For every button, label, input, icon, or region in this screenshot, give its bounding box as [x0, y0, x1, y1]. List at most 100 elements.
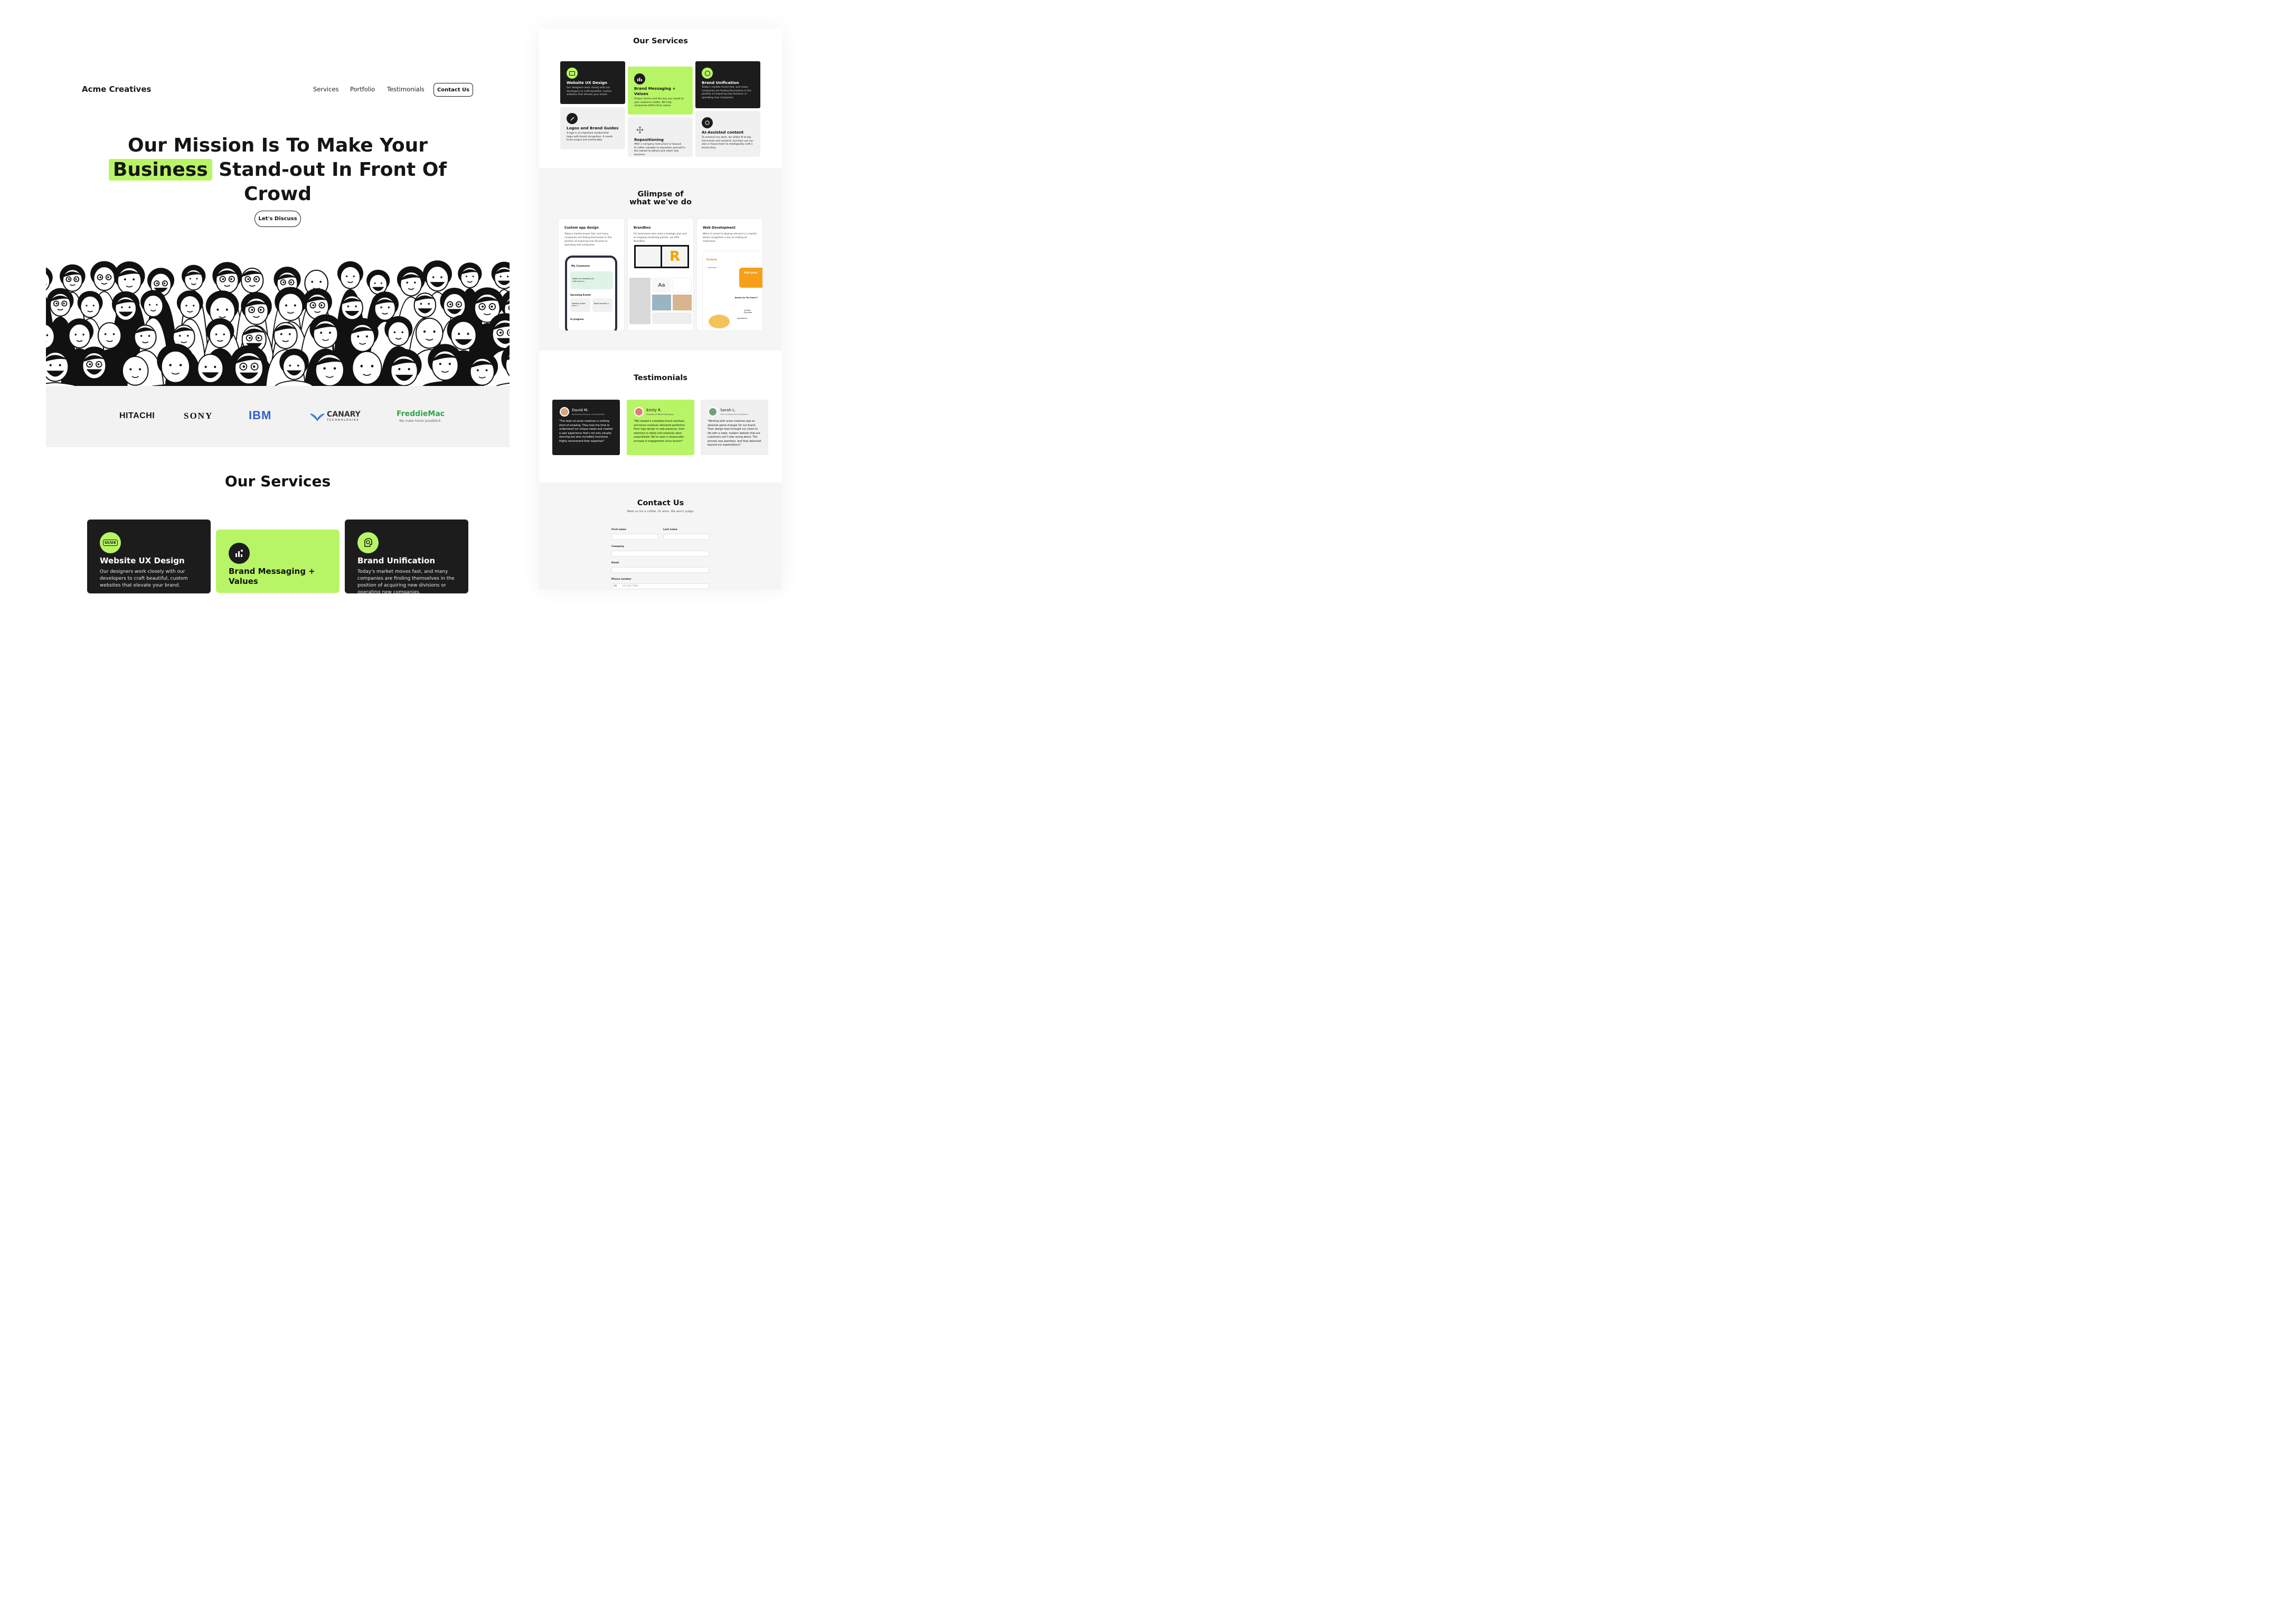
person-eye [466, 276, 468, 277]
preview-service-repositioning[interactable]: Repositioning After a company restructur… [628, 117, 693, 157]
glimpse-card-desc: Today's market moves fast, and many comp… [564, 233, 612, 247]
person-eye [320, 332, 323, 334]
lets-discuss-button[interactable]: Let's Discuss [255, 211, 301, 227]
canary-logo: CANARY TECHNOLOGIES [309, 410, 362, 423]
person-face [179, 295, 201, 319]
person-eye [472, 276, 474, 277]
glimpse-card-app[interactable]: Custom app design Today's market moves f… [558, 218, 625, 331]
canary-subtext: TECHNOLOGIES [327, 419, 360, 422]
person-eye [347, 305, 350, 308]
person-eye [196, 278, 198, 280]
app-upcoming-label: Upcoming Events [570, 294, 591, 296]
phone-placeholder: 123-456-7890 [621, 585, 638, 588]
client-logos-strip: HITACHI SONY IBM CANARY TECHNOLOGIES Fre… [46, 386, 510, 447]
contact-subtitle: Meet us for a coffee. Or wine. We won't … [627, 510, 694, 513]
person-eye [288, 333, 291, 335]
preview-service-unification[interactable]: Brand Unification Today's market moves f… [695, 61, 760, 108]
company-field[interactable] [611, 551, 709, 556]
avatar [708, 407, 718, 417]
person-eye [294, 304, 296, 307]
service-card-unification[interactable]: Brand Unification Today's market moves f… [345, 520, 468, 595]
person-eye [107, 276, 109, 278]
person-eye [204, 365, 207, 368]
first-name-field[interactable] [611, 534, 658, 540]
ai-icon [702, 117, 713, 128]
contact-us-button[interactable]: Contact Us [433, 83, 473, 97]
web-food-image [709, 315, 730, 328]
preview-service-messaging[interactable]: Brand Messaging + Values Unique stories … [628, 67, 693, 115]
person-eye [259, 308, 262, 311]
preview-services-section: Our Services Website UX Design Our desig… [539, 29, 782, 168]
preview-service-title: Website UX Design [567, 80, 607, 85]
glimpse-card-brandbox[interactable]: Brandbox For businesses who need a strat… [627, 218, 694, 331]
hero-line-2: Business Stand-out In Front Of [88, 158, 467, 182]
last-name-field[interactable] [663, 534, 709, 540]
testimonials-title: Testimonials [633, 374, 688, 382]
phone-label: Phone number [611, 578, 631, 581]
service-card-messaging[interactable]: Brand Messaging + Values [216, 530, 340, 593]
person-eye [129, 368, 132, 371]
hero-line-3: Crowd [244, 183, 312, 205]
person-eye [433, 330, 436, 333]
phone-field[interactable]: US 123-456-7890 [611, 583, 709, 589]
preview-service-ux[interactable]: Website UX Design Our designers work clo… [560, 61, 625, 104]
person-eye [423, 330, 426, 333]
country-select[interactable]: US [614, 585, 617, 588]
person-eye [189, 278, 191, 280]
phone-mockup: My Commune Watch for Reading On 14th and… [565, 256, 617, 331]
web-food-name: Scallion Pancakes [744, 309, 752, 314]
person-eye [112, 333, 115, 335]
service-desc: Our designers work closely with our deve… [100, 569, 188, 588]
web-nav-overview: Overview [708, 267, 717, 269]
glimpse-card-desc: For businesses who need a strategic plan… [634, 233, 687, 243]
brand-logo[interactable]: Acme Creatives [82, 84, 151, 94]
service-card-ux[interactable]: UI/UX Website UX Design Our designers wo… [87, 520, 211, 593]
person-eye [297, 364, 299, 367]
person-eye [163, 282, 166, 285]
person-eye [357, 335, 360, 338]
person-eye [252, 365, 256, 368]
brand-grid-mockup: R [634, 245, 689, 268]
person-eye [242, 365, 246, 368]
person-eye [223, 333, 225, 336]
avatar [634, 407, 644, 417]
person-eye [365, 335, 368, 338]
person-eye [104, 333, 107, 335]
email-field[interactable] [611, 567, 709, 573]
preview-service-desc: Unique stories and the way you speak to … [634, 98, 684, 107]
testimonial-role: Marketing Director at UrbanGear [572, 413, 605, 416]
preview-service-ai[interactable]: AI-Assisted content To enhance our work,… [695, 111, 760, 157]
person-eye [323, 367, 326, 370]
person-eye [124, 278, 126, 281]
person-eye [148, 335, 150, 337]
glimpse-title-line-1: Glimpse of [637, 190, 684, 199]
person-face [161, 350, 191, 383]
glimpse-card-web[interactable]: Web Development When it comes to staying… [696, 218, 763, 331]
preview-service-desc: After a company restructure or buyout, i… [634, 143, 685, 156]
preview-service-logos[interactable]: Logos and Brand Guides A logo is an impo… [560, 107, 625, 149]
person-eye [353, 275, 355, 277]
person-face [442, 292, 466, 319]
person-eye [507, 276, 509, 278]
person-eye [156, 304, 158, 306]
ui-ux-badge: UI/UX [103, 540, 118, 546]
person-eye [290, 281, 292, 284]
nav-portfolio[interactable]: Portfolio [350, 86, 375, 93]
head-gear-icon [702, 68, 713, 79]
testimonial-card-sarah: Sarah L. CEO of GreenTech Solutions "Wor… [701, 400, 768, 455]
preview-services-title: Our Services [633, 37, 688, 45]
person-eye [89, 363, 91, 365]
freddie-mac-logo: FreddieMac [397, 410, 445, 418]
app-progress-label: In progress [570, 318, 584, 320]
nav-services[interactable]: Services [313, 86, 339, 93]
person-eye [133, 278, 135, 281]
person-eye [214, 365, 216, 368]
person-eye [380, 306, 382, 308]
service-title: Website UX Design [100, 556, 185, 565]
person-eye [448, 363, 451, 365]
canary-wordmark: CANARY [327, 410, 361, 419]
glimpse-card-title: Brandbox [634, 226, 651, 230]
testimonial-quote: "The team at acme creatives is nothing s… [559, 420, 613, 443]
nav-testimonials[interactable]: Testimonials [387, 86, 425, 93]
service-desc: Today's market moves fast, and many comp… [357, 569, 455, 595]
